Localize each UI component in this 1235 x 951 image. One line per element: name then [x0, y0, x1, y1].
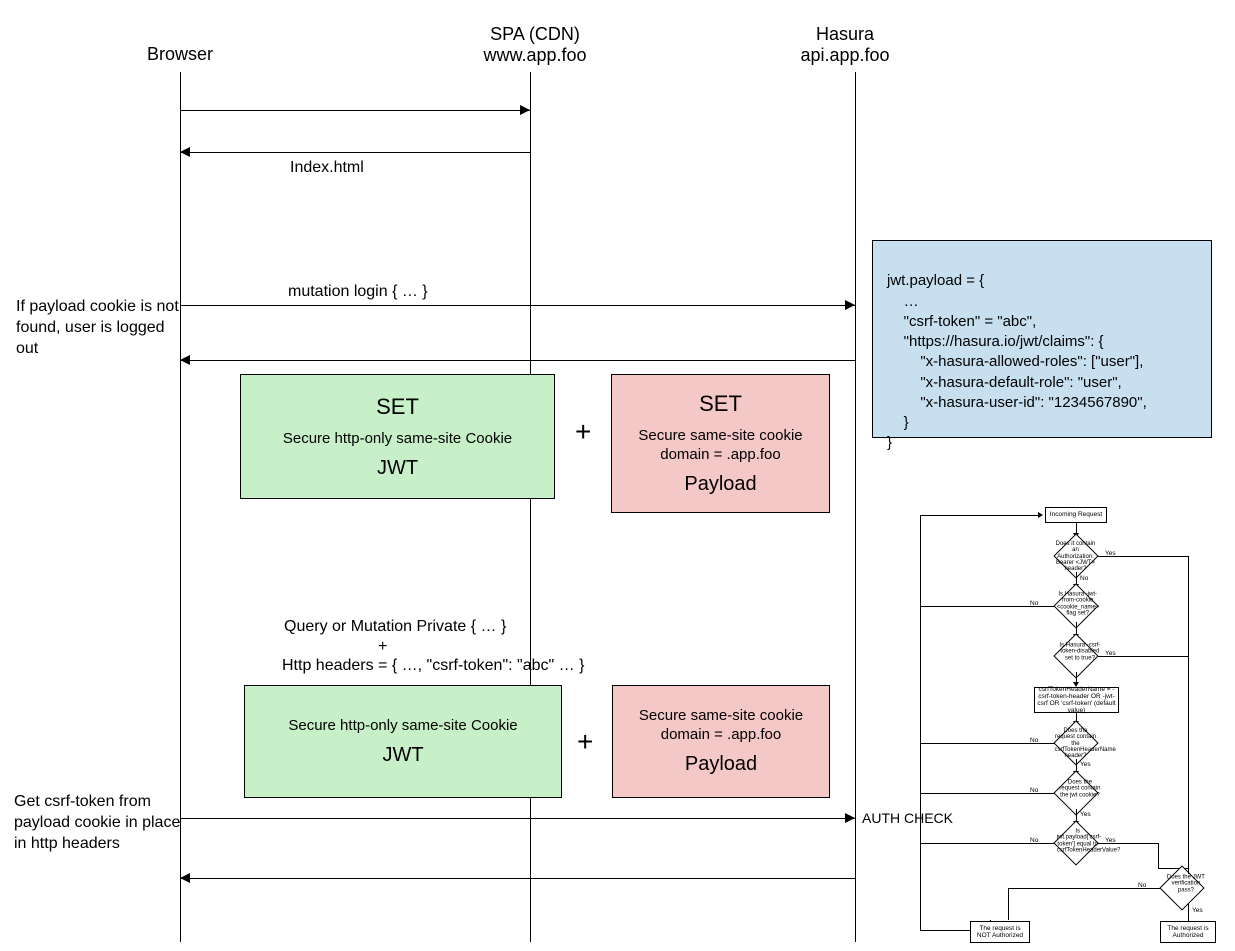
fc-d6y-h	[1098, 843, 1158, 844]
jwt-l6: "x-hasura-default-role": "user",	[887, 374, 1122, 391]
actor-hasura-sub: api.app.foo	[785, 45, 905, 66]
set-sub-2a: Secure same-site cookie	[638, 427, 802, 444]
set-foot-1: JWT	[377, 457, 418, 480]
sub-2r1: Secure same-site cookie	[639, 707, 803, 724]
arrow-spa-to-browser	[180, 152, 530, 153]
set-sub-2b: domain = .app.foo	[660, 446, 781, 463]
plus-1: +	[575, 416, 591, 448]
fc-incoming: Incoming Request	[1045, 507, 1107, 523]
jwt-l7: "x-hasura-user-id": "1234567890",	[887, 394, 1147, 411]
set-title-1: SET	[376, 394, 419, 420]
label-http-headers: Http headers = { …, "csrf-token": "abc" …	[282, 657, 584, 675]
box-jwt-2: Secure http-only same-site Cookie JWT	[244, 685, 562, 798]
jwt-l3: "csrf-token" = "abc",	[887, 313, 1036, 330]
arrowhead-1	[520, 105, 530, 115]
arrowhead-3	[845, 300, 855, 310]
fc-d4n	[920, 743, 1054, 744]
jwt-l5: "x-hasura-allowed-roles": ["user"],	[887, 353, 1143, 370]
fc-d5-yes: Yes	[1080, 811, 1091, 818]
box-payload-2: Secure same-site cookie domain = .app.fo…	[612, 685, 830, 798]
fc-d2n	[920, 606, 1054, 607]
set-foot-2: Payload	[684, 473, 756, 496]
sub-2r2: domain = .app.foo	[661, 726, 782, 743]
fc-d4-yes: Yes	[1080, 761, 1091, 768]
foot-2g: JWT	[382, 744, 423, 767]
actor-hasura: Hasura api.app.foo	[785, 24, 905, 66]
fc-d7-in	[1188, 868, 1189, 874]
jwt-l9: }	[887, 434, 892, 451]
actor-spa-title: SPA (CDN)	[455, 24, 615, 45]
jwt-l8: }	[887, 414, 909, 431]
arrow-private-response	[180, 878, 855, 879]
label-index-html: Index.html	[290, 159, 364, 177]
sub-2g: Secure http-only same-site Cookie	[288, 717, 517, 734]
fc-d7y	[1188, 904, 1189, 921]
arrow-private	[180, 818, 855, 819]
foot-2r: Payload	[685, 753, 757, 776]
fc-d7n	[1008, 888, 1160, 889]
arrow-browser-to-spa	[180, 110, 530, 111]
arrowhead-2	[180, 147, 190, 157]
actor-spa-sub: www.app.foo	[455, 45, 615, 66]
actor-browser: Browser	[120, 44, 240, 65]
fc-not-authorized: The request is NOT Authorized	[970, 921, 1030, 943]
jwt-l1: jwt.payload = {	[887, 272, 984, 289]
label-query-private: Query or Mutation Private { … }	[284, 618, 506, 636]
box-set-payload-1: SET Secure same-site cookie domain = .ap…	[611, 374, 830, 513]
lifeline-spa	[530, 72, 531, 942]
jwt-payload-box: jwt.payload = { … "csrf-token" = "abc", …	[872, 240, 1212, 438]
box-set-jwt-1: SET Secure http-only same-site Cookie JW…	[240, 374, 555, 499]
actor-hasura-title: Hasura	[785, 24, 905, 45]
fc-d6: Is jwt.payload['csrf-token'] equal to cs…	[1053, 820, 1098, 865]
arrow-login	[180, 305, 855, 306]
fc-d3y	[1098, 656, 1188, 657]
lifeline-hasura	[855, 72, 856, 942]
label-mutation-login: mutation login { … }	[288, 283, 428, 301]
actor-spa: SPA (CDN) www.app.foo	[455, 24, 615, 66]
fc-top-line	[920, 515, 1040, 516]
fc-d7n-v	[1008, 888, 1009, 920]
fc-authorized: The request is Authorized	[1160, 921, 1216, 943]
fc-d1y-h	[1098, 556, 1188, 557]
arrowhead-6	[180, 873, 190, 883]
set-sub-1: Secure http-only same-site Cookie	[283, 430, 512, 447]
fc-d1-no: No	[1080, 575, 1088, 582]
arrow-login-response	[180, 360, 855, 361]
arrowhead-5	[845, 813, 855, 823]
jwt-l4: "https://hasura.io/jwt/claims": {	[887, 333, 1104, 350]
plus-2: +	[577, 726, 593, 758]
jwt-l2: …	[887, 293, 919, 310]
set-title-2: SET	[699, 391, 742, 417]
fc-top-arrow	[1038, 512, 1043, 518]
fc-left-rail	[920, 515, 921, 930]
fc-d6n	[920, 843, 1054, 844]
note-get-csrf: Get csrf-token from payload cookie in pl…	[14, 792, 189, 854]
label-plus-small: +	[378, 638, 387, 656]
fc-b1: csrfTokenHeaderName = -csrf-token-header…	[1034, 687, 1119, 713]
arrowhead-4	[180, 355, 190, 365]
auth-flowchart: Incoming Request Does it contain an Auth…	[910, 500, 1235, 950]
fc-d7: Does the JWT verification pass?	[1159, 865, 1204, 910]
fc-right-rail-top	[1188, 556, 1189, 868]
note-payload-not-found: If payload cookie is not found, user is …	[16, 297, 181, 359]
fc-d5n	[920, 793, 1054, 794]
fc-d6y-v	[1158, 843, 1159, 869]
fc-d7-yes: Yes	[1192, 907, 1203, 914]
